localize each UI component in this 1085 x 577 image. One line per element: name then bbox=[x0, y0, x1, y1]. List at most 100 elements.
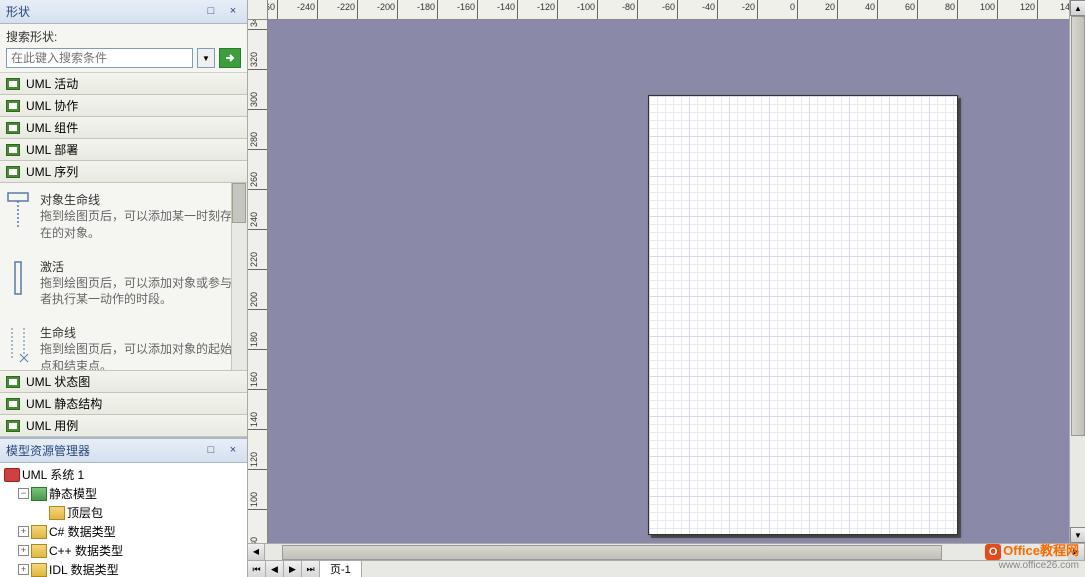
stencil-uml-sequence[interactable]: UML 序列 bbox=[0, 161, 247, 183]
ruler-tick: 140 bbox=[248, 390, 267, 430]
drawing-page[interactable] bbox=[648, 95, 958, 535]
folder-icon bbox=[31, 487, 47, 501]
stencil-icon bbox=[6, 166, 20, 178]
search-section: 搜索形状: ▼ bbox=[0, 24, 247, 73]
stencil-icon bbox=[6, 100, 20, 112]
stencil-uml-static[interactable]: UML 静态结构 bbox=[0, 393, 247, 415]
panel-maximize-icon[interactable]: □ bbox=[203, 444, 219, 458]
tree-node-csharp[interactable]: + C# 数据类型 bbox=[2, 522, 245, 541]
horizontal-scrollbar[interactable]: ◀ ▶ bbox=[248, 543, 1085, 560]
vertical-ruler[interactable]: 3403203002802602402202001801601401201008… bbox=[248, 20, 268, 543]
tree-node-cpp[interactable]: + C++ 数据类型 bbox=[2, 541, 245, 560]
stencil-uml-deployment[interactable]: UML 部署 bbox=[0, 139, 247, 161]
lifeline-icon bbox=[6, 324, 30, 364]
stencil-list-top: UML 活动 UML 协作 UML 组件 UML 部署 UML 序列 bbox=[0, 73, 247, 183]
expand-icon[interactable]: + bbox=[18, 564, 29, 575]
search-dropdown-button[interactable]: ▼ bbox=[197, 48, 215, 68]
collapse-icon[interactable]: − bbox=[18, 488, 29, 499]
ruler-tick: 280 bbox=[248, 110, 267, 150]
tree-node-idl[interactable]: +IDL 数据类型 bbox=[2, 560, 245, 577]
page-tab-1[interactable]: 页-1 bbox=[320, 561, 362, 577]
tree-label: 顶层包 bbox=[67, 504, 103, 521]
tab-nav-last[interactable]: ⏭ bbox=[302, 561, 320, 577]
expand-icon[interactable]: + bbox=[18, 545, 29, 556]
stencil-label: UML 序列 bbox=[26, 163, 78, 180]
ruler-tick: -140 bbox=[478, 0, 518, 19]
scroll-v-thumb[interactable] bbox=[1071, 16, 1085, 436]
ruler-tick: -220 bbox=[318, 0, 358, 19]
ruler-tick: 340 bbox=[248, 20, 267, 30]
search-input[interactable] bbox=[6, 48, 193, 68]
scroll-up-button[interactable]: ▲ bbox=[1070, 0, 1085, 16]
stencil-uml-usecase[interactable]: UML 用例 bbox=[0, 415, 247, 437]
shape-title: 生命线 bbox=[40, 324, 237, 341]
shape-object-lifeline[interactable]: 对象生命线拖到绘图页后，可以添加某一时刻存在的对象。 bbox=[0, 183, 247, 250]
stencil-label: UML 部署 bbox=[26, 141, 78, 158]
ruler-tick: -40 bbox=[678, 0, 718, 19]
stencil-uml-statechart[interactable]: UML 状态图 bbox=[0, 371, 247, 393]
horizontal-ruler[interactable]: -260-240-220-200-180-160-140-120-100-80-… bbox=[268, 0, 1069, 20]
ruler-tick: 160 bbox=[248, 350, 267, 390]
ruler-tick: -260 bbox=[268, 0, 278, 19]
stencil-uml-activity[interactable]: UML 活动 bbox=[0, 73, 247, 95]
stencil-label: UML 状态图 bbox=[26, 373, 90, 390]
stencil-label: UML 组件 bbox=[26, 119, 78, 136]
tree-node-root[interactable]: UML 系统 1 bbox=[2, 465, 245, 484]
ruler-tick: -80 bbox=[598, 0, 638, 19]
stencil-icon bbox=[6, 420, 20, 432]
scroll-left-button[interactable]: ◀ bbox=[248, 544, 265, 560]
ruler-tick: -240 bbox=[278, 0, 318, 19]
ruler-tick: -120 bbox=[518, 0, 558, 19]
vertical-scrollbar[interactable]: ▲ ▼ bbox=[1069, 0, 1085, 543]
ruler-tick: -20 bbox=[718, 0, 758, 19]
shape-lifeline[interactable]: 生命线拖到绘图页后，可以添加对象的起始点和结束点。 bbox=[0, 316, 247, 371]
scroll-down-button[interactable]: ▼ bbox=[1070, 527, 1085, 543]
expand-icon[interactable]: + bbox=[18, 526, 29, 537]
ruler-corner bbox=[248, 0, 268, 20]
shapes-panel: 形状 □ × 搜索形状: ▼ UML 活动 bbox=[0, 0, 247, 437]
ruler-tick: 300 bbox=[248, 70, 267, 110]
ruler-tick: 120 bbox=[998, 0, 1038, 19]
search-label: 搜索形状: bbox=[6, 28, 241, 45]
stencil-icon bbox=[6, 398, 20, 410]
tab-nav-first[interactable]: ⏮ bbox=[248, 561, 266, 577]
ruler-tick: 120 bbox=[248, 430, 267, 470]
shape-desc: 拖到绘图页后，可以添加对象或参与者执行某一动作的时段。 bbox=[40, 275, 237, 309]
ruler-tick: 60 bbox=[878, 0, 918, 19]
stencil-icon bbox=[6, 122, 20, 134]
scroll-right-button[interactable]: ▶ bbox=[1068, 544, 1085, 560]
model-panel-title: 模型资源管理器 bbox=[6, 442, 90, 459]
stencil-label: UML 静态结构 bbox=[26, 395, 102, 412]
tree-label: C# 数据类型 bbox=[49, 523, 116, 540]
stencil-uml-component[interactable]: UML 组件 bbox=[0, 117, 247, 139]
tree-node-static-model[interactable]: −静态模型 bbox=[2, 484, 245, 503]
folder-icon bbox=[49, 506, 65, 520]
stencil-label: UML 活动 bbox=[26, 75, 78, 92]
canvas-viewport[interactable] bbox=[268, 20, 1069, 543]
preview-scroll-thumb[interactable] bbox=[232, 183, 246, 223]
stencil-icon bbox=[6, 144, 20, 156]
stencil-icon bbox=[6, 78, 20, 90]
shape-desc: 拖到绘图页后，可以添加某一时刻存在的对象。 bbox=[40, 208, 237, 242]
folder-icon bbox=[31, 544, 47, 558]
preview-scrollbar[interactable] bbox=[231, 183, 247, 370]
ruler-tick: 20 bbox=[798, 0, 838, 19]
search-go-button[interactable] bbox=[219, 48, 241, 68]
shape-activation[interactable]: 激活拖到绘图页后，可以添加对象或参与者执行某一动作的时段。 bbox=[0, 250, 247, 317]
model-panel-header: 模型资源管理器 □ × bbox=[0, 439, 247, 463]
panel-close-icon[interactable]: × bbox=[225, 444, 241, 458]
activation-icon bbox=[6, 258, 30, 298]
model-explorer-panel: 模型资源管理器 □ × UML 系统 1 −静态模型 顶层包 +C# 数据类型 … bbox=[0, 437, 247, 577]
stencil-uml-collaboration[interactable]: UML 协作 bbox=[0, 95, 247, 117]
tree-label: C++ 数据类型 bbox=[49, 542, 123, 559]
panel-maximize-icon[interactable]: □ bbox=[203, 5, 219, 19]
scroll-h-thumb[interactable] bbox=[282, 545, 942, 560]
tree-label: UML 系统 1 bbox=[22, 466, 84, 483]
tab-nav-prev[interactable]: ◀ bbox=[266, 561, 284, 577]
ruler-tick: 200 bbox=[248, 270, 267, 310]
tree-node-top-package[interactable]: 顶层包 bbox=[2, 503, 245, 522]
panel-close-icon[interactable]: × bbox=[225, 5, 241, 19]
tab-nav-next[interactable]: ▶ bbox=[284, 561, 302, 577]
shape-title: 对象生命线 bbox=[40, 191, 237, 208]
shape-title: 激活 bbox=[40, 258, 237, 275]
